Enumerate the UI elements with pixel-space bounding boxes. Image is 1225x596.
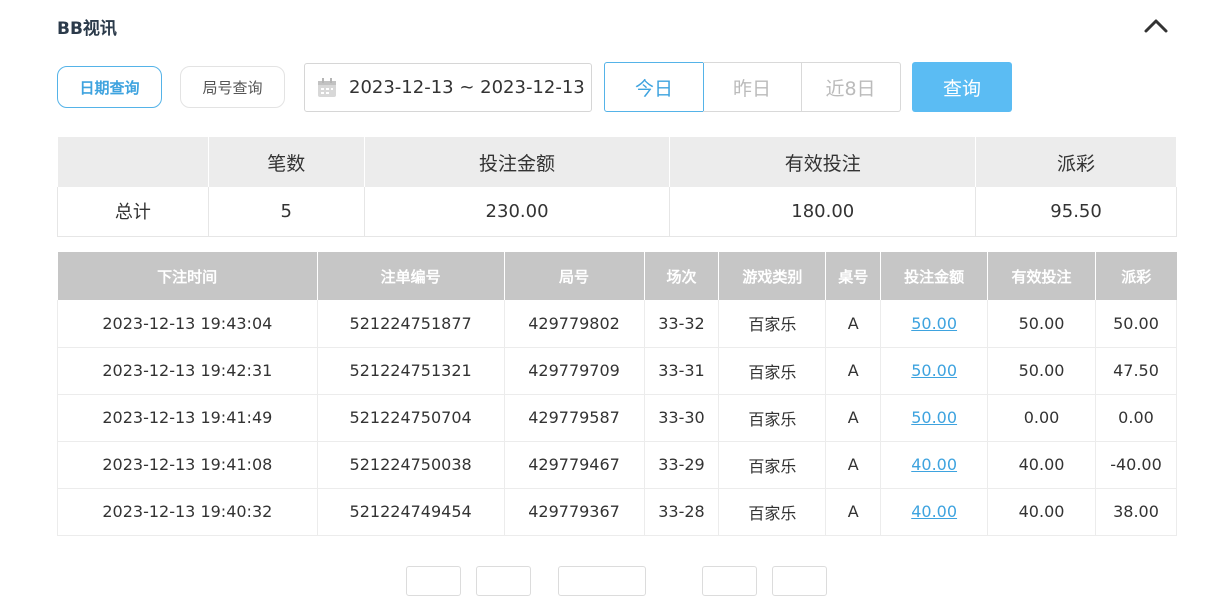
calendar-icon <box>318 77 336 97</box>
bet-time: 2023-12-13 19:42:31 <box>57 347 318 395</box>
header-session: 场次 <box>644 252 720 300</box>
bet-amount-link[interactable]: 50.00 <box>911 408 957 427</box>
table-no: A <box>825 488 882 536</box>
pager-next-button[interactable] <box>702 566 757 596</box>
chevron-up-icon[interactable] <box>1143 14 1169 36</box>
payout: -40.00 <box>1095 441 1178 489</box>
round-no: 429779802 <box>504 300 645 348</box>
bet-time: 2023-12-13 19:41:49 <box>57 394 318 442</box>
game-type: 百家乐 <box>718 488 827 536</box>
summary-total-row: 总计 5 230.00 180.00 95.50 <box>57 187 1177 237</box>
session: 33-32 <box>644 300 720 348</box>
table-row: 2023-12-13 19:41:08 521224750038 4297794… <box>57 441 1178 489</box>
game-type: 百家乐 <box>718 300 827 348</box>
bet-amount-cell: 50.00 <box>880 394 989 442</box>
valid-bet: 40.00 <box>987 488 1096 536</box>
records-header-row: 下注时间 注单编号 局号 场次 游戏类别 桌号 投注金额 有效投注 派彩 <box>57 252 1177 300</box>
payout: 0.00 <box>1095 394 1178 442</box>
bet-amount-link[interactable]: 50.00 <box>911 314 957 333</box>
valid-bet: 0.00 <box>987 394 1096 442</box>
table-no: A <box>825 441 882 489</box>
summary-payout: 95.50 <box>975 187 1177 237</box>
bet-amount-link[interactable]: 40.00 <box>911 502 957 521</box>
table-no: A <box>825 300 882 348</box>
bet-amount-cell: 40.00 <box>880 488 989 536</box>
summary-valid-bet: 180.00 <box>669 187 977 237</box>
order-no: 521224751877 <box>317 300 505 348</box>
summary-header-row: 笔数 投注金额 有效投注 派彩 <box>57 137 1177 187</box>
table-no: A <box>825 394 882 442</box>
table-row: 2023-12-13 19:43:04 521224751877 4297798… <box>57 300 1178 348</box>
range-yesterday-button[interactable]: 昨日 <box>703 62 802 112</box>
session: 33-28 <box>644 488 720 536</box>
session: 33-31 <box>644 347 720 395</box>
pager-first-button[interactable] <box>406 566 461 596</box>
records-table: 下注时间 注单编号 局号 场次 游戏类别 桌号 投注金额 有效投注 派彩 202… <box>57 252 1178 536</box>
range-today-button[interactable]: 今日 <box>604 62 704 112</box>
payout: 38.00 <box>1095 488 1178 536</box>
summary-header-bet-amount: 投注金额 <box>364 137 671 187</box>
page-title: BB视讯 <box>57 19 117 39</box>
round-no: 429779587 <box>504 394 645 442</box>
header-game-type: 游戏类别 <box>718 252 827 300</box>
summary-header-count: 笔数 <box>208 137 365 187</box>
game-type: 百家乐 <box>718 441 827 489</box>
table-row: 2023-12-13 19:40:32 521224749454 4297793… <box>57 488 1178 536</box>
round-no: 429779467 <box>504 441 645 489</box>
range-last8days-button[interactable]: 近8日 <box>801 62 901 112</box>
header-bet-time: 下注时间 <box>57 252 318 300</box>
round-no: 429779709 <box>504 347 645 395</box>
valid-bet: 50.00 <box>987 300 1096 348</box>
date-range-input[interactable]: 2023-12-13 ~ 2023-12-13 <box>304 63 592 112</box>
header-table-no: 桌号 <box>825 252 882 300</box>
round-query-button[interactable]: 局号查询 <box>180 66 285 108</box>
order-no: 521224750038 <box>317 441 505 489</box>
bet-amount-cell: 50.00 <box>880 300 989 348</box>
bet-amount-cell: 40.00 <box>880 441 989 489</box>
order-no: 521224750704 <box>317 394 505 442</box>
pager-last-button[interactable] <box>772 566 827 596</box>
payout: 47.50 <box>1095 347 1178 395</box>
table-row: 2023-12-13 19:41:49 521224750704 4297795… <box>57 394 1178 442</box>
header-valid-bet: 有效投注 <box>987 252 1096 300</box>
valid-bet: 50.00 <box>987 347 1096 395</box>
header-order-no: 注单编号 <box>317 252 505 300</box>
date-range-value: 2023-12-13 ~ 2023-12-13 <box>349 77 585 98</box>
pager-prev-button[interactable] <box>476 566 531 596</box>
bet-amount-cell: 50.00 <box>880 347 989 395</box>
date-query-button[interactable]: 日期查询 <box>57 66 162 108</box>
valid-bet: 40.00 <box>987 441 1096 489</box>
payout: 50.00 <box>1095 300 1178 348</box>
query-button[interactable]: 查询 <box>912 62 1012 112</box>
pager-page-input[interactable] <box>558 566 646 596</box>
game-type: 百家乐 <box>718 347 827 395</box>
game-type: 百家乐 <box>718 394 827 442</box>
table-no: A <box>825 347 882 395</box>
header-bet-amount: 投注金额 <box>880 252 989 300</box>
header-payout: 派彩 <box>1095 252 1177 300</box>
table-row: 2023-12-13 19:42:31 521224751321 4297797… <box>57 347 1178 395</box>
session: 33-30 <box>644 394 720 442</box>
bet-time: 2023-12-13 19:43:04 <box>57 300 318 348</box>
bet-amount-link[interactable]: 40.00 <box>911 455 957 474</box>
summary-bet-amount: 230.00 <box>364 187 671 237</box>
order-no: 521224749454 <box>317 488 505 536</box>
round-no: 429779367 <box>504 488 645 536</box>
header-round-no: 局号 <box>504 252 645 300</box>
summary-count: 5 <box>208 187 365 237</box>
session: 33-29 <box>644 441 720 489</box>
bet-amount-link[interactable]: 50.00 <box>911 361 957 380</box>
bet-time: 2023-12-13 19:41:08 <box>57 441 318 489</box>
summary-header-payout: 派彩 <box>975 137 1177 187</box>
summary-total-label: 总计 <box>57 187 209 237</box>
bet-time: 2023-12-13 19:40:32 <box>57 488 318 536</box>
summary-header-blank <box>57 137 209 187</box>
summary-table: 笔数 投注金额 有效投注 派彩 总计 5 230.00 180.00 95.50 <box>57 137 1177 237</box>
summary-header-valid-bet: 有效投注 <box>669 137 977 187</box>
order-no: 521224751321 <box>317 347 505 395</box>
